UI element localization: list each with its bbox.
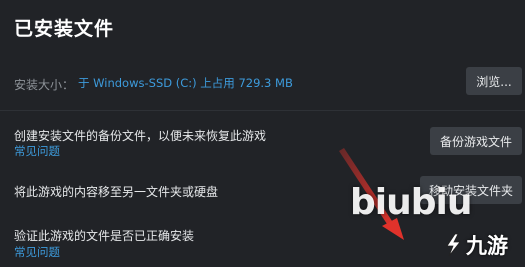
red-arrow-icon	[339, 148, 404, 240]
watermark-text: biubiu	[350, 182, 472, 223]
logo-text: 九游	[466, 234, 508, 258]
jiuyou-logo-icon	[446, 233, 461, 257]
jiuyou-logo: 九游	[442, 230, 508, 260]
